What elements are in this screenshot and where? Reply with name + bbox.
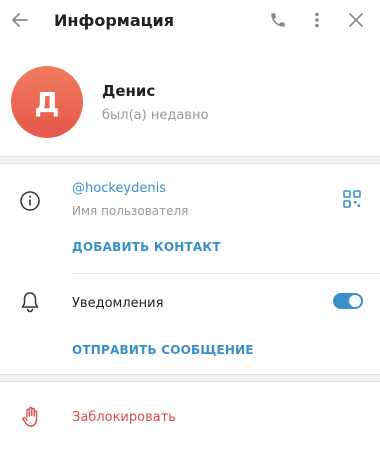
- more-button[interactable]: [303, 8, 331, 36]
- block-user-button[interactable]: Заблокировать: [72, 410, 176, 425]
- row-divider: [72, 273, 380, 274]
- notifications-toggle[interactable]: [333, 293, 363, 309]
- section-divider: [0, 374, 380, 382]
- notifications-label: Уведомления: [72, 296, 164, 311]
- arrow-left-icon: [11, 11, 29, 33]
- qr-code-icon: [343, 190, 361, 212]
- hand-stop-icon: [19, 405, 43, 429]
- call-button[interactable]: [264, 8, 292, 36]
- add-contact-button[interactable]: ДОБАВИТЬ КОНТАКТ: [72, 240, 221, 254]
- qr-code-button[interactable]: [341, 190, 363, 212]
- section-divider: [0, 156, 380, 164]
- info-icon: [18, 189, 42, 213]
- username-caption: Имя пользователя: [72, 204, 189, 218]
- page-title: Информация: [54, 11, 174, 30]
- phone-icon: [269, 11, 287, 33]
- username-link[interactable]: @hockeydenis: [72, 181, 166, 196]
- close-icon: [348, 12, 364, 32]
- toggle-knob: [349, 295, 361, 307]
- avatar[interactable]: Д: [11, 66, 83, 138]
- avatar-letter: Д: [34, 85, 60, 119]
- contact-name: Денис: [102, 82, 156, 100]
- bell-icon: [18, 290, 42, 314]
- send-message-button[interactable]: ОТПРАВИТЬ СООБЩЕНИЕ: [72, 343, 254, 357]
- close-button[interactable]: [342, 8, 370, 36]
- more-vertical-icon: [308, 11, 326, 33]
- back-button[interactable]: [6, 8, 34, 36]
- header: Информация: [0, 0, 380, 44]
- contact-info-panel: Информация Д Денис был(а) недавно @hocke…: [0, 0, 380, 465]
- contact-status: был(а) недавно: [102, 108, 209, 123]
